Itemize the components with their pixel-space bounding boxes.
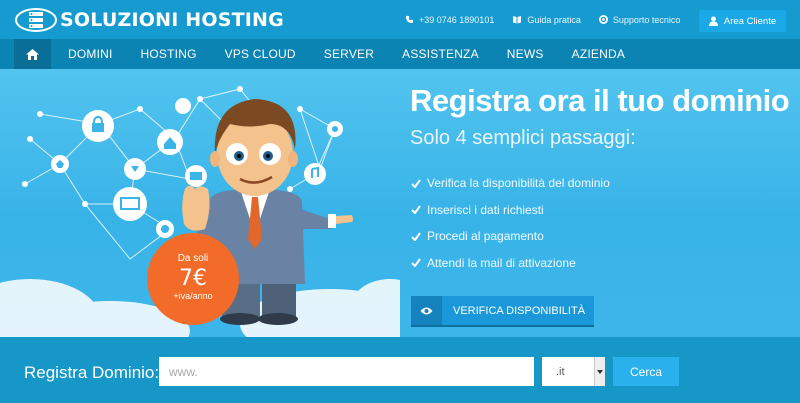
check-icon	[411, 179, 421, 188]
verify-availability-button[interactable]: VERIFICA DISPONIBILITÀ	[411, 296, 594, 325]
phone-icon	[405, 15, 414, 24]
price-prefix: Da soli	[177, 253, 209, 264]
user-icon	[708, 16, 718, 26]
search-button-label: Cerca	[629, 364, 662, 379]
nav-item-server[interactable]: SERVER	[324, 47, 374, 61]
step-text: Verifica la disponibilità del dominio	[427, 176, 610, 191]
guide-link[interactable]: Guida pratica	[512, 15, 581, 25]
support-link[interactable]: Supporto tecnico	[598, 14, 681, 25]
list-item: Attendi la mail di attivazione	[411, 250, 610, 277]
check-icon	[411, 232, 421, 241]
nav-home[interactable]	[14, 39, 51, 69]
nav-item-vps-cloud[interactable]: VPS CLOUD	[225, 47, 296, 61]
nav-item-news[interactable]: NEWS	[507, 47, 544, 61]
nav-item-assistenza[interactable]: ASSISTENZA	[402, 47, 479, 61]
list-item: Verifica la disponibilità del dominio	[411, 170, 610, 197]
domain-search-bar: Registra Dominio: .it Cerca	[0, 337, 800, 403]
support-icon	[598, 15, 608, 24]
verify-label: VERIFICA DISPONIBILITÀ	[453, 304, 586, 317]
tld-select[interactable]: .it	[542, 357, 605, 386]
search-button[interactable]: Cerca	[613, 357, 679, 386]
price-suffix: +iva/anno	[173, 291, 213, 301]
top-bar: SOLUZIONI HOSTING +39 0746 1890101 Guida…	[0, 0, 800, 39]
price-value: 7€	[179, 266, 207, 291]
list-item: Procedi al pagamento	[411, 223, 610, 250]
hero-title: Registra ora il tuo dominio	[410, 83, 790, 118]
phone-link[interactable]: +39 0746 1890101	[405, 15, 494, 25]
list-item: Inserisci i dati richiesti	[411, 197, 610, 224]
domain-input[interactable]	[159, 357, 534, 386]
chevron-down-icon	[594, 357, 605, 386]
check-icon	[411, 258, 421, 268]
nav-item-azienda[interactable]: AZIENDA	[572, 47, 625, 61]
tld-value: .it	[556, 365, 565, 378]
step-text: Attendi la mail di attivazione	[427, 255, 576, 270]
area-cliente-label: Area Cliente	[723, 15, 777, 27]
book-icon	[513, 16, 522, 24]
guide-label: Guida pratica	[527, 14, 581, 25]
hero-banner: Registra ora il tuo dominio Solo 4 sempl…	[0, 69, 800, 337]
area-cliente-button[interactable]: Area Cliente	[699, 10, 786, 32]
support-label: Supporto tecnico	[612, 14, 681, 25]
search-label: Registra Dominio:	[24, 363, 160, 382]
price-badge: Da soli 7€ +iva/anno	[147, 233, 239, 325]
main-nav: DOMINI HOSTING VPS CLOUD SERVER ASSISTEN…	[0, 39, 800, 69]
phone-number: +39 0746 1890101	[419, 14, 495, 25]
brand-name: SOLUZIONI HOSTING	[60, 9, 284, 31]
logo[interactable]: SOLUZIONI HOSTING	[14, 6, 284, 34]
hero-subtitle: Solo 4 semplici passaggi:	[410, 127, 636, 149]
step-text: Procedi al pagamento	[427, 229, 544, 244]
top-links: +39 0746 1890101 Guida pratica Supporto …	[405, 0, 698, 39]
eye-icon	[420, 307, 433, 314]
check-icon	[411, 205, 421, 215]
server-logo-icon	[15, 8, 57, 32]
step-text: Inserisci i dati richiesti	[427, 202, 544, 217]
nav-item-hosting[interactable]: HOSTING	[141, 47, 197, 61]
eye-icon-box	[411, 296, 442, 325]
steps-list: Verifica la disponibilità del dominio In…	[411, 170, 610, 276]
nav-item-domini[interactable]: DOMINI	[68, 47, 113, 61]
home-icon	[26, 48, 39, 60]
